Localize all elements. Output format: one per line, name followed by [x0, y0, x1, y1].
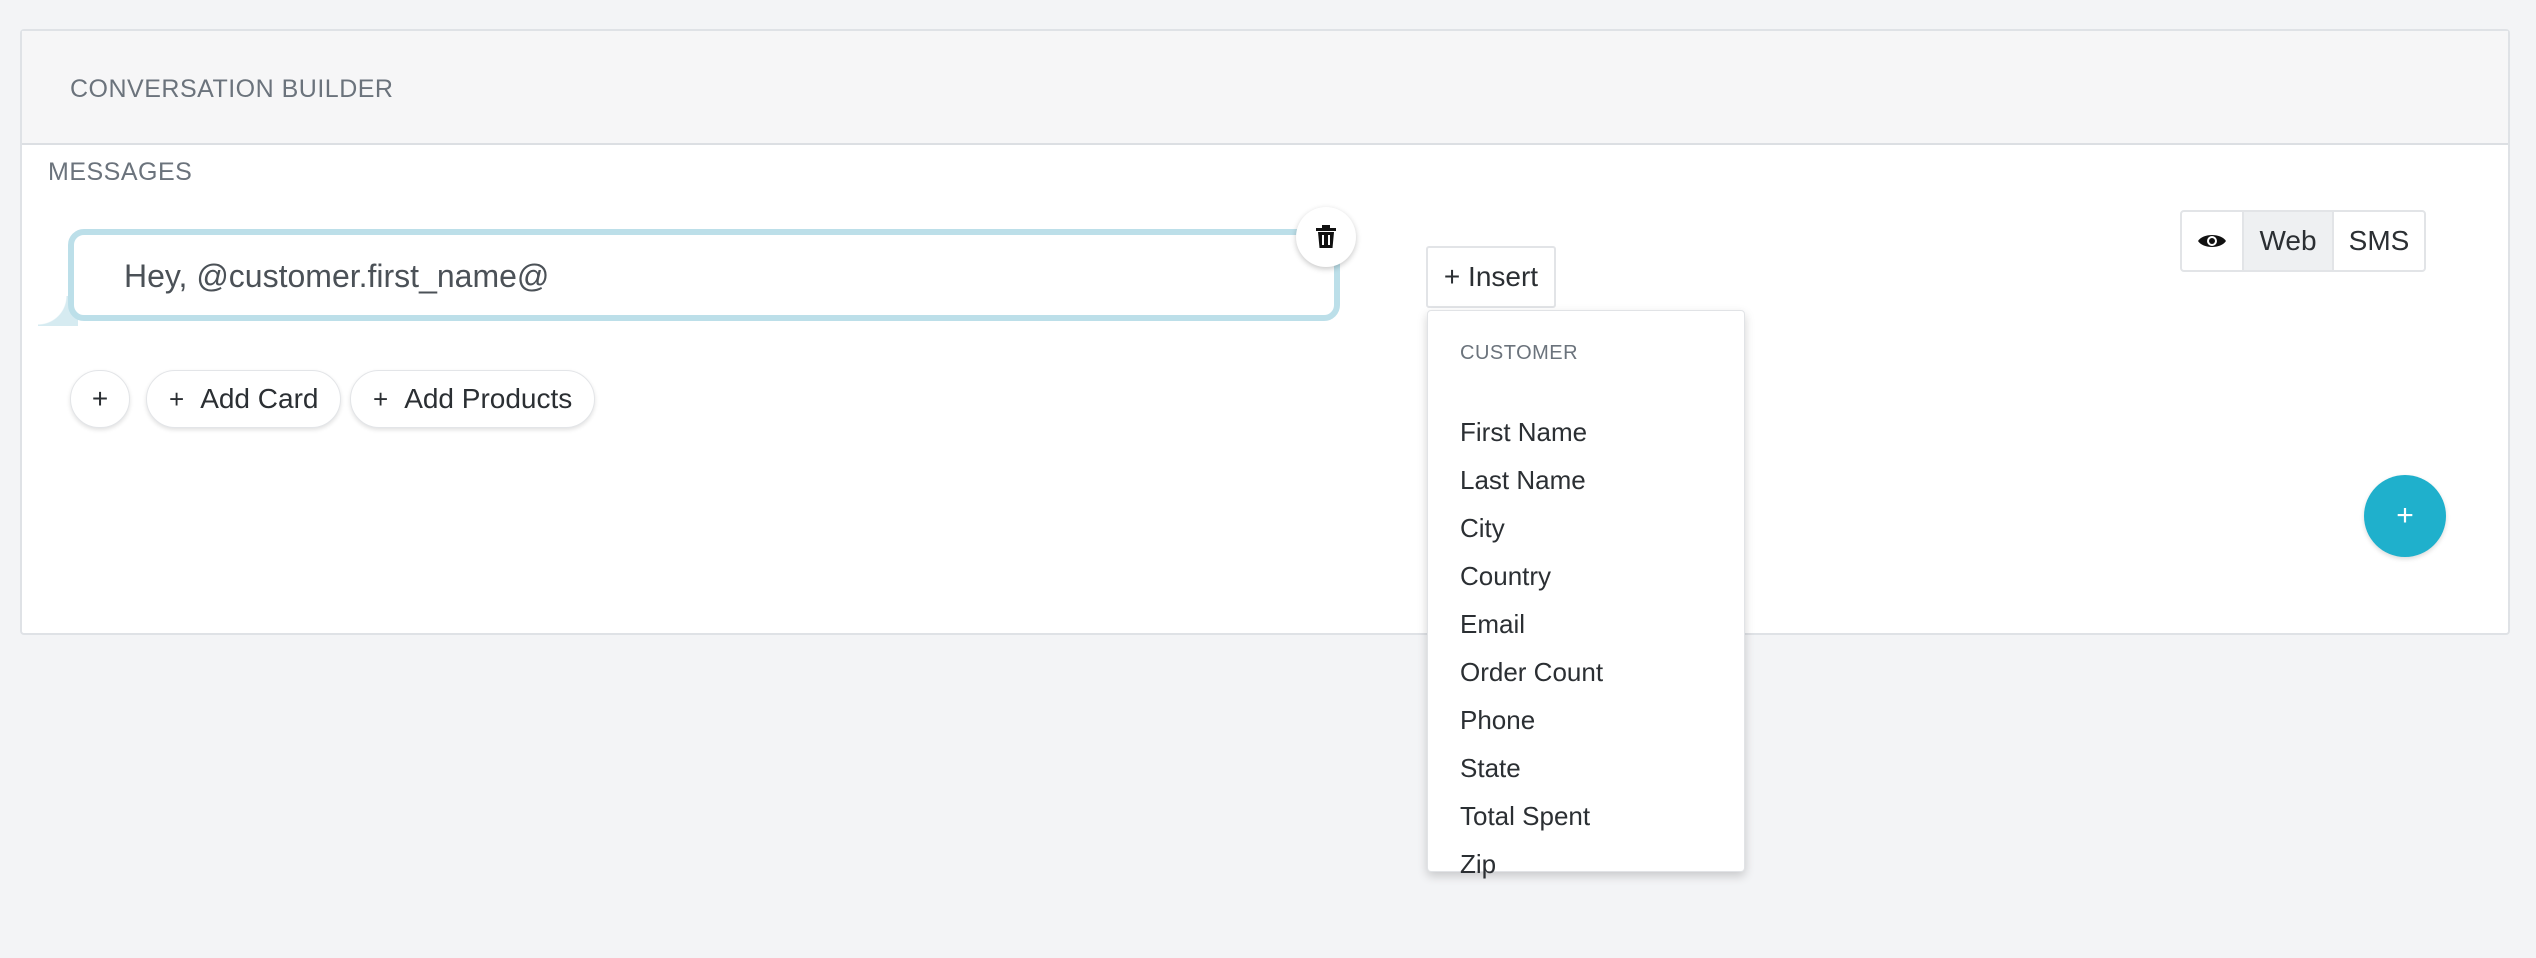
dropdown-item-email[interactable]: Email: [1460, 609, 1525, 640]
sms-toggle-button[interactable]: SMS: [2334, 212, 2424, 270]
plus-icon: +: [169, 383, 185, 414]
dropdown-item-phone[interactable]: Phone: [1460, 705, 1535, 736]
preview-button[interactable]: [2182, 212, 2244, 270]
insert-dropdown-menu: CUSTOMER First Name Last Name City Count…: [1427, 310, 1745, 879]
delete-message-button[interactable]: [1296, 207, 1356, 267]
trash-icon: [1316, 225, 1336, 248]
add-products-button[interactable]: + Add Products: [350, 370, 596, 428]
add-message-button[interactable]: +: [70, 370, 130, 428]
dropdown-item-order-count[interactable]: Order Count: [1460, 657, 1603, 688]
dropdown-section-header: CUSTOMER: [1460, 342, 1579, 364]
add-fab-button[interactable]: +: [2364, 475, 2446, 557]
dropdown-item-state[interactable]: State: [1460, 753, 1521, 784]
eye-icon: [2198, 235, 2226, 247]
dropdown-item-country[interactable]: Country: [1460, 561, 1551, 592]
add-card-label: Add Card: [200, 383, 319, 414]
dropdown-item-city[interactable]: City: [1460, 513, 1505, 544]
add-products-label: Add Products: [404, 383, 573, 414]
insert-button[interactable]: + Insert: [1426, 246, 1556, 308]
dropdown-item-zip[interactable]: Zip: [1460, 849, 1496, 880]
dropdown-item-first-name[interactable]: First Name: [1460, 417, 1587, 448]
messages-section-label: MESSAGES: [48, 158, 193, 186]
add-card-button[interactable]: + Add Card: [146, 370, 342, 428]
card-header: CONVERSATION BUILDER: [22, 31, 2508, 145]
dropdown-item-total-spent[interactable]: Total Spent: [1460, 801, 1590, 832]
plus-icon: +: [373, 383, 389, 414]
preview-mode-toggle: Web SMS: [2180, 210, 2426, 272]
message-text[interactable]: Hey, @customer.first_name@: [124, 258, 549, 295]
plus-icon: +: [91, 383, 109, 414]
dropdown-item-last-name[interactable]: Last Name: [1460, 465, 1586, 496]
page-title: CONVERSATION BUILDER: [70, 75, 394, 103]
web-toggle-button[interactable]: Web: [2244, 212, 2334, 270]
conversation-builder-card: CONVERSATION BUILDER: [20, 29, 2510, 635]
